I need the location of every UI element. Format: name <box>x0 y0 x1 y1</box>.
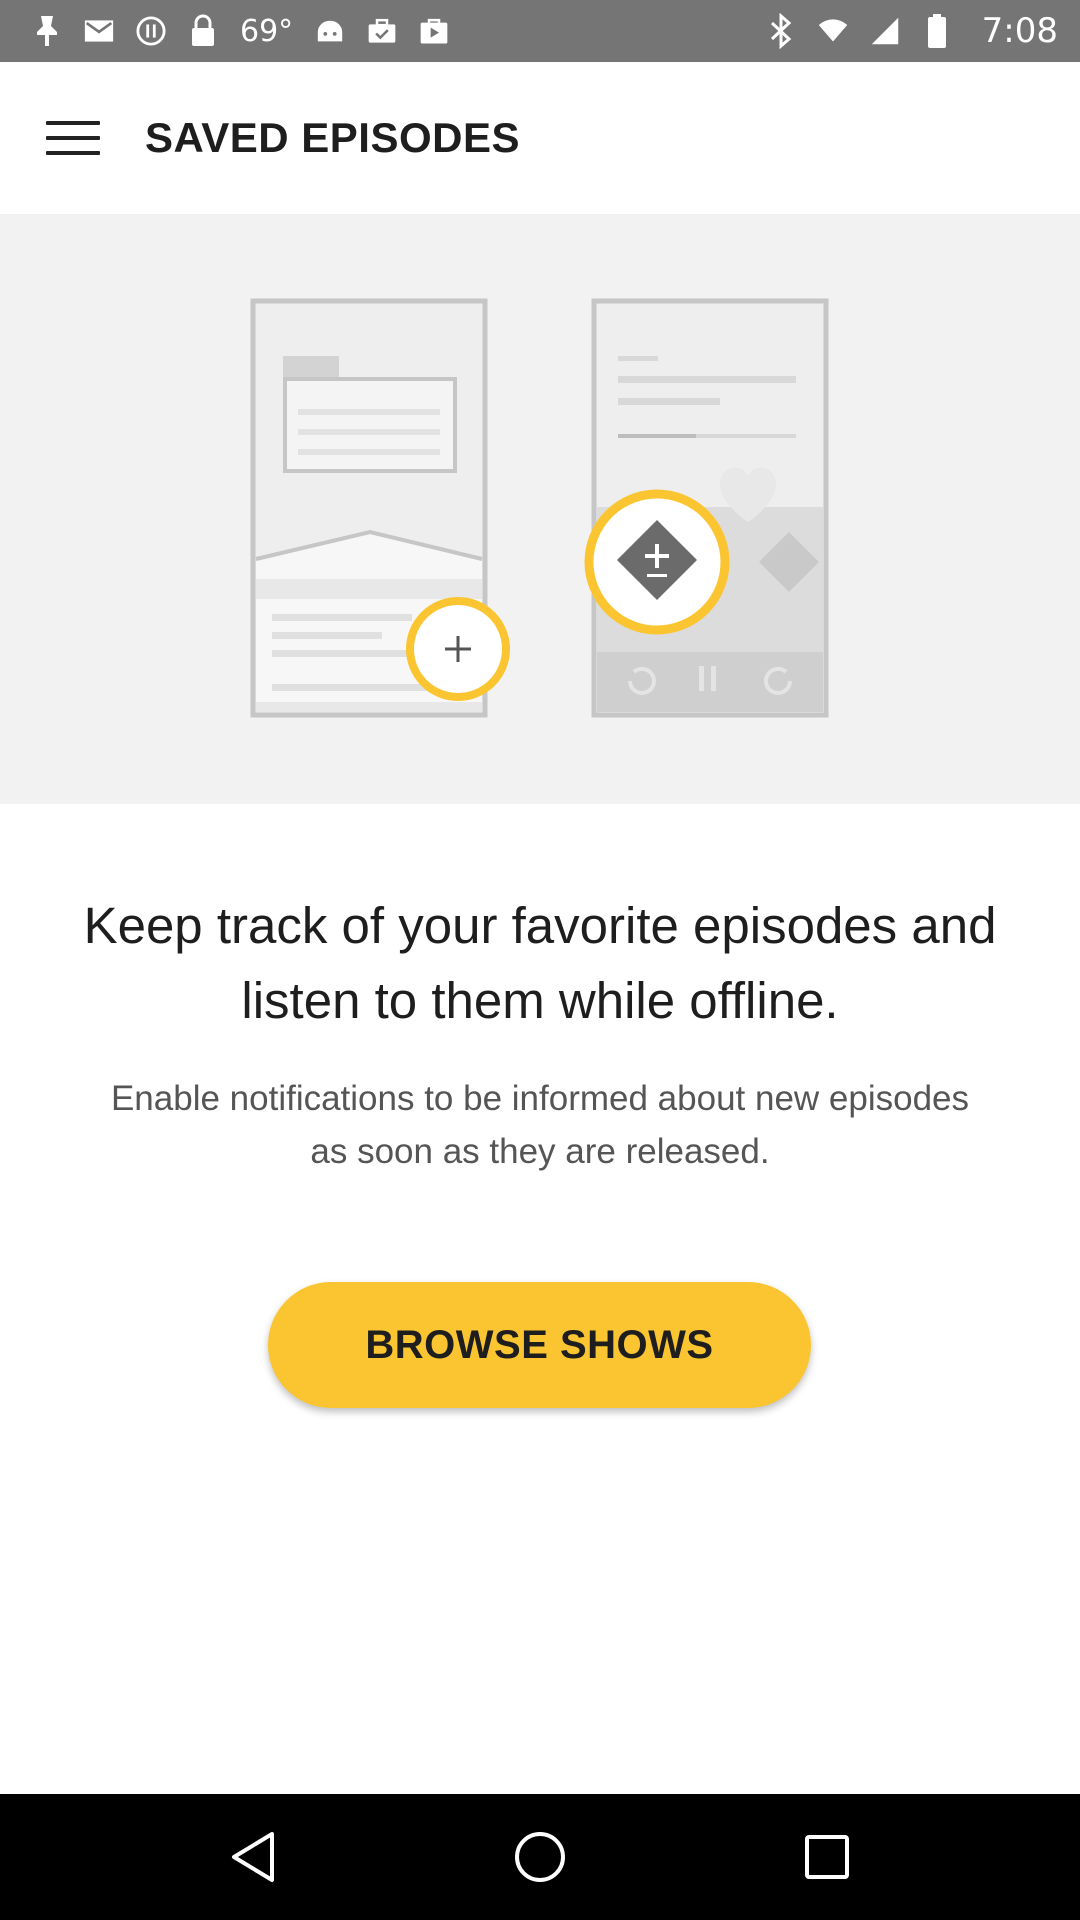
system-nav-bar <box>0 1794 1080 1920</box>
recents-icon[interactable] <box>777 1807 877 1907</box>
phone-right-illustration <box>584 298 829 718</box>
hamburger-menu-icon[interactable] <box>23 88 123 188</box>
signal-icon <box>870 14 900 48</box>
notification-pin-icon <box>32 14 62 48</box>
wifi-icon <box>818 14 848 48</box>
status-right-icons: 7:08 <box>766 11 1058 51</box>
briefcase-check-icon <box>367 14 397 48</box>
status-left-icons: 69° <box>32 14 449 49</box>
mail-icon <box>84 14 114 48</box>
status-bar: 69° 7:08 <box>0 0 1080 62</box>
notification-info-text: Enable notifications to be informed abou… <box>110 1079 970 1171</box>
bluetooth-icon <box>766 13 796 49</box>
clock-time: 7:08 <box>981 11 1058 51</box>
android-icon <box>315 14 345 48</box>
app-bar: SAVED EPISODES <box>0 62 1080 214</box>
browse-shows-button[interactable]: BROWSE SHOWS <box>268 1282 811 1408</box>
battery-icon <box>922 14 952 48</box>
back-icon[interactable] <box>203 1807 303 1907</box>
page-title: SAVED EPISODES <box>145 114 520 161</box>
home-icon[interactable] <box>490 1807 590 1907</box>
play-store-icon <box>419 14 449 48</box>
headline-text: Keep track of your favorite episodes and… <box>83 897 997 1029</box>
pause-circle-icon <box>136 14 166 48</box>
phone-left-illustration <box>250 298 510 718</box>
lock-icon <box>188 14 218 48</box>
temperature-text: 69° <box>240 13 294 49</box>
saved-episodes-illustration <box>0 214 1080 804</box>
